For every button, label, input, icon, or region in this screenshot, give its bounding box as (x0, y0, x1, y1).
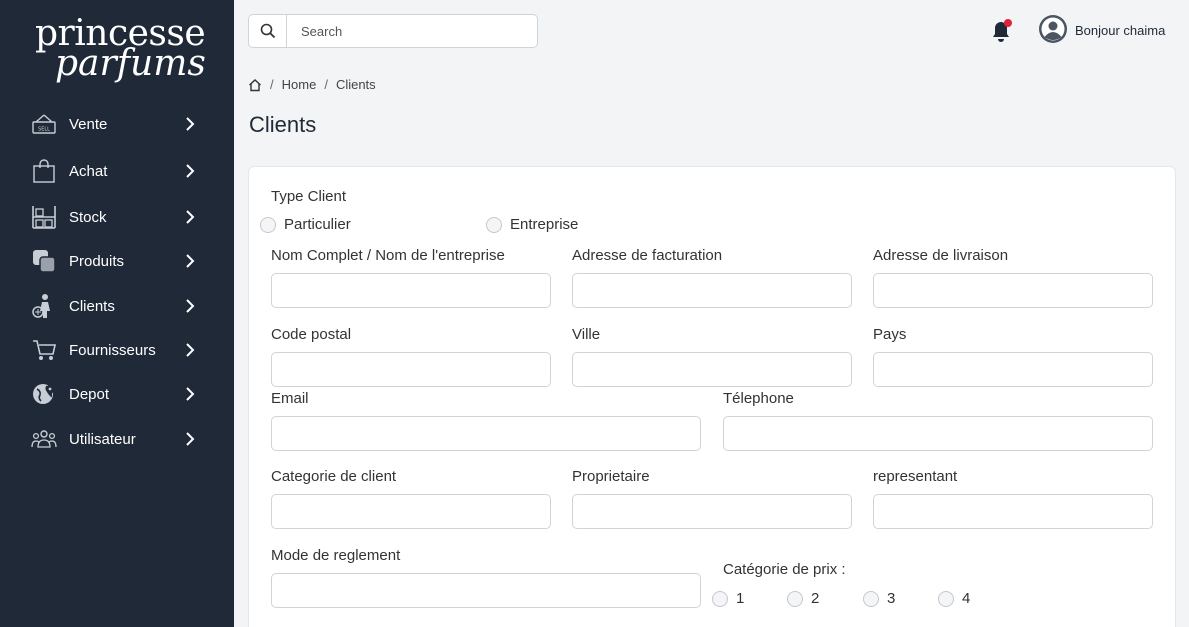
chevron-right-icon (183, 343, 197, 357)
mode-reglement-label: Mode de reglement (271, 547, 401, 564)
code-postal-field[interactable] (271, 352, 551, 387)
proprietaire-label: Proprietaire (572, 468, 650, 485)
sidebar-item-label: Achat (69, 162, 108, 180)
svg-text:SELL: SELL (38, 127, 50, 133)
pays-label: Pays (873, 326, 907, 343)
radio-entreprise[interactable]: Entreprise (486, 216, 578, 233)
chevron-right-icon (183, 299, 197, 313)
radio-label: Particulier (284, 216, 351, 233)
adresse-livraison-field[interactable] (873, 273, 1153, 308)
chevron-right-icon (183, 432, 197, 446)
adresse-livraison-label: Adresse de livraison (873, 247, 1009, 264)
representant-label: representant (873, 468, 958, 485)
radio-circle[interactable] (712, 590, 728, 607)
chevron-right-icon (183, 387, 197, 401)
sidebar-item-produits[interactable]: Produits (0, 241, 234, 281)
shopping-bag-icon (31, 158, 57, 184)
radio-label: 1 (736, 590, 745, 607)
chevron-right-icon (183, 254, 197, 268)
notifications-button[interactable] (990, 18, 1014, 44)
breadcrumb-separator: / (270, 77, 274, 92)
nom-label: Nom Complet / Nom de l'entreprise (271, 247, 505, 264)
sidebar-item-label: Depot (69, 385, 110, 403)
radio-prix-4[interactable]: 4 (938, 590, 970, 607)
radio-prix-1[interactable]: 1 (712, 590, 744, 607)
sidebar-item-utilisateur[interactable]: Utilisateur (0, 419, 234, 459)
sidebar-item-stock[interactable]: Stock (0, 197, 234, 237)
radio-circle[interactable] (938, 590, 954, 607)
sidebar: princesse parfums SELL Vente Achat Stock (0, 0, 234, 627)
person-with-cart-icon (31, 293, 57, 319)
mode-reglement-field[interactable] (271, 573, 701, 608)
copy-squares-icon (31, 248, 57, 274)
sell-sign-icon: SELL (31, 111, 57, 137)
search-input[interactable] (287, 15, 537, 47)
globe-pin-icon (31, 381, 57, 407)
breadcrumb-separator: / (324, 77, 328, 92)
breadcrumb-home-link[interactable]: Home (282, 77, 317, 92)
avatar[interactable] (1038, 14, 1068, 44)
type-client-label: Type Client (271, 188, 347, 205)
breadcrumb-current: Clients (335, 77, 376, 92)
home-icon[interactable] (248, 78, 262, 92)
sidebar-item-depot[interactable]: Depot (0, 374, 234, 414)
cart-icon (31, 337, 57, 363)
code-postal-label: Code postal (271, 326, 352, 343)
radio-prix-2[interactable]: 2 (787, 590, 819, 607)
adresse-facturation-label: Adresse de facturation (572, 247, 723, 264)
sidebar-item-label: Fournisseurs (69, 341, 156, 359)
brand-line2: parfums (55, 43, 206, 84)
categorie-prix-label: Catégorie de prix : (723, 561, 846, 578)
radio-label: 3 (887, 590, 896, 607)
sidebar-item-label: Clients (69, 297, 115, 315)
telephone-label: Télephone (723, 390, 794, 407)
sidebar-item-label: Produits (69, 252, 125, 270)
chevron-right-icon (183, 117, 197, 131)
client-form-card: Type Client Particulier Entreprise Nom C… (248, 166, 1176, 627)
sidebar-item-achat[interactable]: Achat (0, 151, 234, 191)
representant-field[interactable] (873, 494, 1153, 529)
radio-label: 4 (962, 590, 971, 607)
sidebar-item-clients[interactable]: Clients (0, 286, 234, 326)
radio-label: Entreprise (510, 216, 579, 233)
search-bar (248, 14, 538, 48)
search-button[interactable] (249, 15, 287, 47)
proprietaire-field[interactable] (572, 494, 852, 529)
radio-prix-3[interactable]: 3 (863, 590, 895, 607)
sidebar-item-vente[interactable]: SELL Vente (0, 104, 234, 144)
chevron-right-icon (183, 210, 197, 224)
chevron-right-icon (183, 164, 197, 178)
radio-label: 2 (811, 590, 820, 607)
radio-circle[interactable] (260, 216, 276, 233)
email-label: Email (271, 390, 309, 407)
search-icon (260, 23, 275, 39)
adresse-facturation-field[interactable] (572, 273, 852, 308)
categorie-client-label: Categorie de client (271, 468, 397, 485)
sidebar-item-label: Stock (69, 208, 107, 226)
brand-logo[interactable]: princesse parfums (35, 16, 206, 84)
user-avatar-icon (1039, 15, 1067, 43)
sidebar-item-label: Utilisateur (69, 430, 136, 448)
pays-field[interactable] (873, 352, 1153, 387)
ville-label: Ville (572, 326, 601, 343)
breadcrumb: / Home / Clients (248, 77, 376, 92)
radio-circle[interactable] (486, 216, 502, 233)
user-greeting[interactable]: Bonjour chaima (1075, 23, 1165, 38)
sidebar-item-fournisseurs[interactable]: Fournisseurs (0, 330, 234, 370)
ville-field[interactable] (572, 352, 852, 387)
telephone-field[interactable] (723, 416, 1153, 451)
categorie-client-field[interactable] (271, 494, 551, 529)
nom-field[interactable] (271, 273, 551, 308)
page-title: Clients (249, 112, 317, 137)
email-field[interactable] (271, 416, 701, 451)
notification-dot (1004, 19, 1012, 27)
users-group-icon (31, 426, 57, 452)
radio-circle[interactable] (787, 590, 803, 607)
sidebar-item-label: Vente (69, 115, 108, 133)
warehouse-shelves-icon (31, 204, 57, 230)
radio-circle[interactable] (863, 590, 879, 607)
radio-particulier[interactable]: Particulier (260, 216, 351, 233)
